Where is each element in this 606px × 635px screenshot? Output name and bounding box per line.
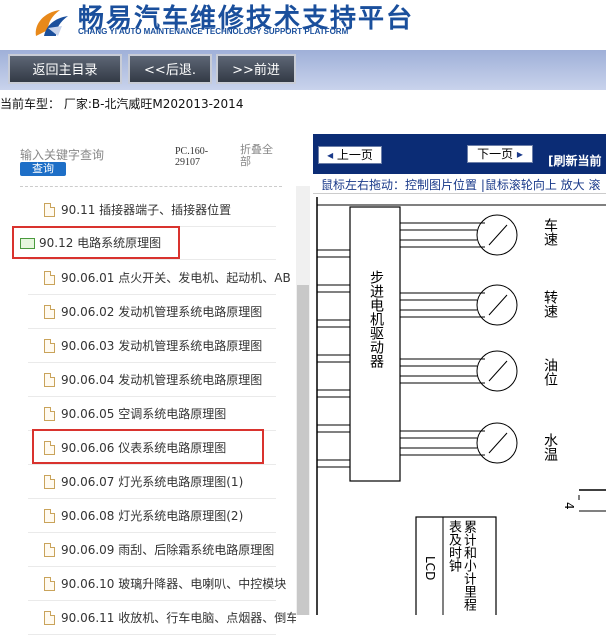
tree-item[interactable]: 90.06.10 玻璃升降器、电喇叭、中控模块 [0, 567, 296, 601]
fold-all-link[interactable]: 折叠全部 [240, 144, 276, 168]
tree-item-label: 90.06.10 玻璃升降器、电喇叭、中控模块 [61, 577, 287, 591]
file-icon [44, 339, 55, 353]
back-button[interactable]: <<后退. [128, 54, 212, 84]
code-label: PC.160-29107 [175, 146, 209, 168]
home-button[interactable]: 返回主目录 [8, 54, 122, 84]
tree-item[interactable]: 90.06.01 点火开关、发电机、起动机、AB [0, 261, 296, 295]
gauge-label: 水温 [542, 433, 558, 461]
gauge-label: 车速 [542, 218, 558, 246]
tree-item[interactable]: 90.06.07 灯光系统电路原理图(1) [0, 465, 296, 499]
prev-page-button[interactable]: ◂ 上一页 [318, 146, 382, 164]
file-icon [44, 203, 55, 217]
file-icon [44, 407, 55, 421]
tree-item[interactable]: 90.06.02 发动机管理系统电路原理图 [0, 295, 296, 329]
file-icon [44, 577, 55, 591]
driver-label: 步进电机驱动器 [368, 270, 384, 368]
highlight-box [32, 429, 264, 464]
row-divider [28, 259, 276, 260]
divider [20, 186, 282, 187]
file-icon [44, 543, 55, 557]
tree-item-label: 90.06.07 灯光系统电路原理图(1) [61, 475, 244, 489]
file-icon [44, 271, 55, 285]
pin-label: 4 [562, 502, 576, 510]
tree-item-label: 90.06.02 发动机管理系统电路原理图 [61, 305, 263, 319]
odometer-label: 累计和小计里程表及时钟 [446, 520, 476, 611]
next-page-button[interactable]: 下一页 ▸ [467, 145, 533, 163]
tree-item[interactable]: 90.06.08 灯光系统电路原理图(2) [0, 499, 296, 533]
file-icon [44, 611, 55, 625]
logo-icon [35, 10, 68, 36]
tree-item-label: 90.06.03 发动机管理系统电路原理图 [61, 339, 263, 353]
app-subtitle: CHANG YI AUTO MAINTENANCE TECHNOLOGY SUP… [78, 27, 349, 36]
next-page-label: 下一页 [477, 147, 514, 161]
app-header: 畅易汽车维修技术支持平台 CHANG YI AUTO MAINTENANCE T… [0, 0, 606, 50]
file-icon [44, 373, 55, 387]
scroll-thumb[interactable] [297, 285, 309, 615]
refresh-link[interactable]: [刷新当前 [548, 152, 602, 169]
tree-item-label: 90.06.05 空调系统电路原理图 [61, 407, 227, 421]
gauge-label: 油位 [542, 358, 558, 386]
tree-item[interactable]: 90.06.03 发动机管理系统电路原理图 [0, 329, 296, 363]
file-icon [44, 305, 55, 319]
file-icon [44, 475, 55, 489]
search-input[interactable]: 输入关键字查询 [20, 146, 104, 163]
file-icon [44, 509, 55, 523]
tree-item[interactable]: 90.06.11 收放机、行车电脑、点烟器、倒车 [0, 601, 296, 635]
search-button[interactable]: 查询 [20, 162, 66, 176]
tree-item[interactable]: 90.06.09 雨刮、后除霜系统电路原理图 [0, 533, 296, 567]
highlight-box [12, 226, 180, 259]
viewer-hint: 鼠标左右拖动：控制图片位置 |鼠标滚轮向上 放大 滚 [313, 176, 606, 194]
tree-item[interactable]: 90.06.04 发动机管理系统电路原理图 [0, 363, 296, 397]
toolbar: 返回主目录 <<后退. >>前进 [0, 50, 606, 90]
tree-item[interactable]: 90.11 插接器端子、插接器位置 [0, 193, 296, 227]
left-arrow-icon: ◂ [327, 148, 334, 162]
right-arrow-icon: ▸ [516, 147, 523, 161]
forward-button[interactable]: >>前进 [216, 54, 296, 84]
lcd-label: LCD [423, 556, 437, 581]
tree-item-label: 90.06.08 灯光系统电路原理图(2) [61, 509, 244, 523]
tree-item-label: 90.06.11 收放机、行车电脑、点烟器、倒车 [61, 611, 296, 625]
tree-item-label: 90.11 插接器端子、插接器位置 [61, 203, 232, 217]
tree-item[interactable]: 90.06.05 空调系统电路原理图 [0, 397, 296, 431]
tree-item-label: 90.06.01 点火开关、发电机、起动机、AB [61, 271, 291, 285]
prev-page-label: 上一页 [336, 148, 373, 162]
tree-item-label: 90.06.09 雨刮、后除霜系统电路原理图 [61, 543, 275, 557]
gauge-label: 转速 [542, 290, 558, 318]
tree-item-label: 90.06.04 发动机管理系统电路原理图 [61, 373, 263, 387]
current-vehicle: 当前车型： 厂家:B-北汽威旺M202013-2014 [0, 97, 244, 111]
